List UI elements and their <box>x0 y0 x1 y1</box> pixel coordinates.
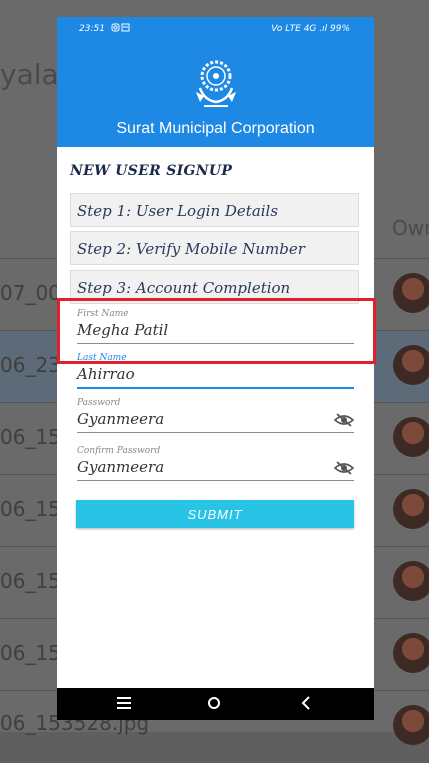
avatar <box>393 489 429 529</box>
password-input[interactable]: Gyanmeera <box>77 410 354 433</box>
avatar <box>393 273 429 313</box>
avatar <box>393 561 429 601</box>
confirm-password-input[interactable]: Gyanmeera <box>77 458 354 481</box>
status-time: 23:51 <box>79 24 105 34</box>
visibility-off-icon[interactable] <box>334 461 354 475</box>
background-title: yala <box>0 58 59 91</box>
step-verify-mobile-number[interactable]: Step 2: Verify Mobile Number <box>70 231 359 265</box>
password-field[interactable]: Password Gyanmeera <box>77 398 354 433</box>
confirm-password-label: Confirm Password <box>77 446 161 456</box>
avatar <box>393 705 429 745</box>
avatar <box>393 417 429 457</box>
phone-screen: 23:51 Vo LTE 4G .ıl 99% Surat Municipal … <box>57 17 374 720</box>
smc-emblem-icon <box>196 60 236 107</box>
instagram-icon <box>111 23 130 32</box>
status-bar: 23:51 Vo LTE 4G .ıl 99% <box>57 17 374 42</box>
home-icon[interactable] <box>208 697 220 709</box>
step-user-login-details[interactable]: Step 1: User Login Details <box>70 193 359 227</box>
page-title: NEW USER SIGNUP <box>70 163 233 179</box>
visibility-off-icon[interactable] <box>334 413 354 427</box>
highlight-box <box>57 298 376 364</box>
avatar <box>393 633 429 673</box>
org-name: Surat Municipal Corporation <box>116 120 315 137</box>
notification-icons <box>111 23 131 36</box>
status-indicators: Vo LTE 4G .ıl 99% <box>271 24 350 34</box>
background-owner-header: Own <box>392 216 429 240</box>
avatar <box>393 345 429 385</box>
back-icon[interactable] <box>301 696 311 710</box>
submit-button[interactable]: SUBMIT <box>76 500 354 528</box>
password-label: Password <box>77 398 121 408</box>
app-header: Surat Municipal Corporation <box>57 42 374 147</box>
android-nav-bar <box>57 688 374 720</box>
last-name-input[interactable]: Ahirrao <box>77 365 354 389</box>
recent-apps-icon[interactable] <box>117 697 131 709</box>
confirm-password-field[interactable]: Confirm Password Gyanmeera <box>77 446 354 481</box>
